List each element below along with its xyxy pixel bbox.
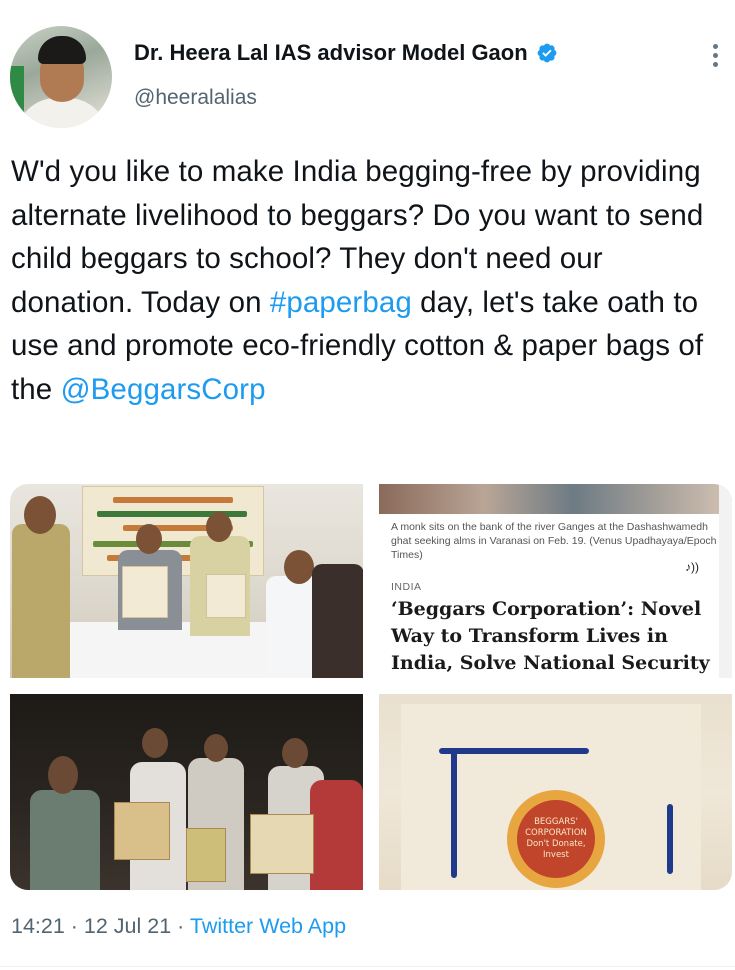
person-a-head	[48, 756, 78, 794]
more-options-icon[interactable]	[704, 44, 726, 70]
embroidery-left	[451, 748, 457, 878]
drawing-card-1	[114, 802, 170, 860]
drawing-card-2	[186, 828, 226, 882]
verified-badge-icon	[537, 43, 557, 63]
author-handle[interactable]: @heeralalias	[134, 86, 257, 110]
separator: ·	[171, 914, 190, 938]
bag-held-1	[122, 566, 168, 618]
avatar-hair	[38, 36, 86, 64]
media-photo-night-group[interactable]	[10, 694, 363, 890]
logo-line-2: CORPORATION	[525, 828, 587, 838]
author-name-row: Dr. Heera Lal IAS advisor Model Gaon	[134, 40, 558, 66]
tweet-time[interactable]: 14:21	[11, 914, 65, 938]
person-e	[310, 780, 363, 890]
logo-line-3: Don't Donate,	[526, 839, 586, 849]
person-a	[30, 790, 100, 890]
article-headline[interactable]: ‘Beggars Corporation’: Novel Way to Tran…	[391, 596, 726, 677]
beggars-corporation-logo: BEGGARS' CORPORATION Don't Donate, Inves…	[507, 790, 605, 888]
bag-held-2	[206, 574, 246, 618]
author-avatar[interactable]	[10, 26, 112, 128]
drawing-card-3	[250, 814, 314, 874]
media-photo-cloth-bag[interactable]: BEGGARS' CORPORATION Don't Donate, Inves…	[379, 694, 732, 890]
person-d-head	[282, 738, 308, 768]
embroidery-top	[439, 748, 589, 754]
media-article-card[interactable]: A monk sits on the bank of the river Gan…	[379, 484, 732, 678]
person-c-head	[204, 734, 228, 762]
avatar-shirt	[16, 98, 108, 128]
embroidery-right	[667, 804, 673, 874]
person-woman-head	[284, 550, 314, 584]
person-right	[312, 564, 363, 678]
person-seated-head	[136, 524, 162, 554]
person-left	[12, 524, 70, 678]
article-category: INDIA	[391, 581, 422, 593]
hashtag-link[interactable]: #paperbag	[270, 286, 412, 319]
tweet-date[interactable]: 12 Jul 21	[84, 914, 171, 938]
logo-line-1: BEGGARS'	[534, 817, 578, 827]
author-name[interactable]: Dr. Heera Lal IAS advisor Model Gaon	[134, 40, 528, 66]
article-caption: A monk sits on the bank of the river Gan…	[391, 521, 717, 561]
media-grid: A monk sits on the bank of the river Gan…	[10, 484, 732, 890]
tweet-text: W'd you like to make India begging-free …	[11, 150, 731, 411]
divider	[0, 966, 735, 967]
source-app-link[interactable]: Twitter Web App	[190, 914, 346, 938]
person-standing-head	[206, 512, 232, 542]
sound-icon[interactable]: ♪))	[685, 560, 699, 574]
logo-line-4: Invest	[543, 850, 569, 860]
article-scroll-edge	[719, 484, 732, 678]
article-photo	[379, 484, 732, 514]
person-b-head	[142, 728, 168, 758]
tweet-metadata: 14:21 · 12 Jul 21 · Twitter Web App	[11, 914, 346, 939]
mention-link[interactable]: @BeggarsCorp	[61, 373, 266, 406]
media-photo-event[interactable]	[10, 484, 363, 678]
separator: ·	[64, 914, 84, 938]
person-left-head	[24, 496, 56, 534]
